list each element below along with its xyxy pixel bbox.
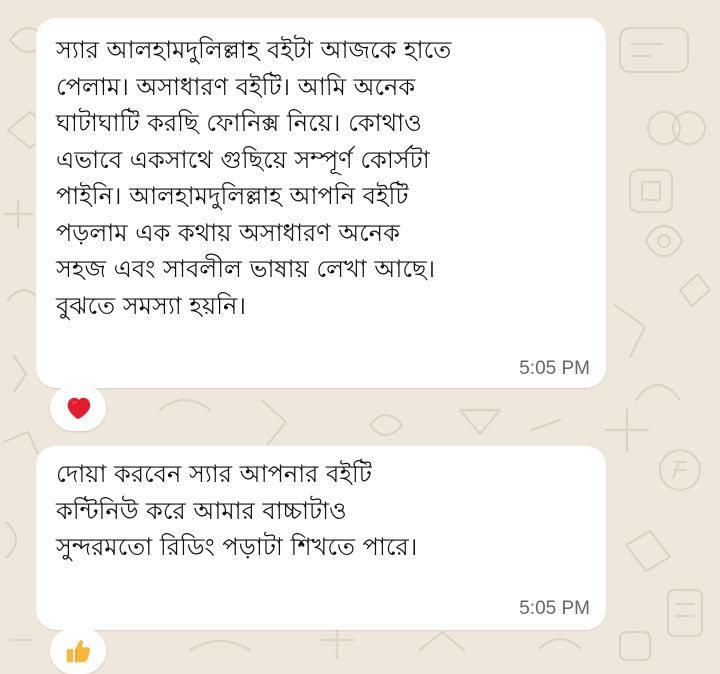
message-time: 5:05 PM [519,598,590,619]
message-bubble[interactable]: দোয়া করবেন স্যার আপনার বইটি কন্টিনিউ কর… [36,446,606,630]
message-text: স্যার আলহামদুলিল্লাহ বইটা আজকে হাতে পেলা… [56,36,452,320]
message-time: 5:05 PM [519,358,590,379]
message-bubble[interactable]: স্যার আলহামদুলিল্লাহ বইটা আজকে হাতে পেলা… [36,18,606,388]
thumb-shape [66,640,91,663]
thumb-shade [75,649,78,663]
reaction-badge[interactable] [50,628,106,674]
reaction-badge[interactable] [50,385,106,431]
red-heart-icon [67,397,91,420]
heart-shape [67,397,91,420]
thumbs-up-icon [66,640,91,663]
message-text: দোয়া করবেন স্যার আপনার বইটি কন্টিনিউ কর… [56,460,418,561]
